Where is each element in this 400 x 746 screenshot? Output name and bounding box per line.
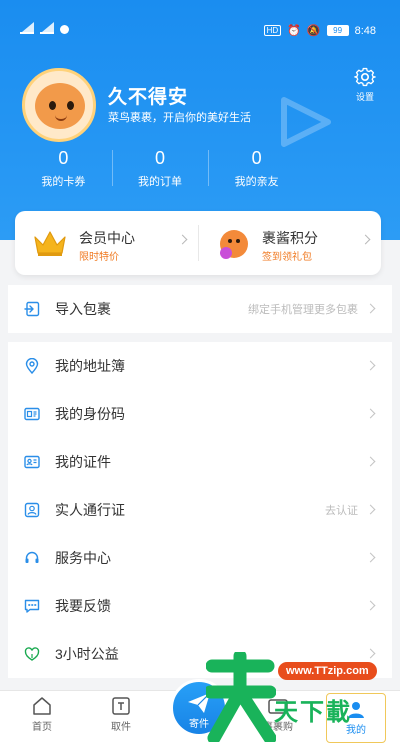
- chevron-right-icon: [365, 552, 376, 563]
- avatar[interactable]: [22, 68, 96, 142]
- signal-icon-2: [40, 22, 54, 34]
- menu-label: 实人通行证: [55, 502, 125, 518]
- menu-label: 3小时公益: [55, 646, 119, 662]
- tab-home[interactable]: 首页: [12, 691, 72, 746]
- stat-coupons[interactable]: 0 我的卡券: [15, 146, 112, 192]
- menu-label: 我的身份码: [55, 406, 125, 422]
- points-subtitle: 签到领礼包: [262, 252, 312, 263]
- import-package-hint: 绑定手机管理更多包裹: [248, 304, 358, 316]
- stat-label: 我的亲友: [234, 176, 279, 188]
- stat-label: 我的卡券: [41, 176, 86, 188]
- username[interactable]: 久不得安: [108, 82, 188, 109]
- battery-icon: 99: [326, 25, 349, 36]
- menu-item-service-center[interactable]: 服务中心: [8, 534, 392, 582]
- chevron-right-icon: [177, 234, 188, 245]
- menu-label: 我的地址簿: [55, 358, 125, 374]
- menu-item-feedback[interactable]: 我要反馈: [8, 582, 392, 630]
- tab-send-label: 寄件: [189, 719, 209, 730]
- menu-hint: 去认证: [325, 505, 358, 517]
- headset-icon: [25, 551, 39, 563]
- chevron-right-icon: [360, 234, 371, 245]
- menu-label: 我要反馈: [55, 598, 111, 614]
- location-icon: [25, 358, 39, 374]
- import-icon: [24, 301, 40, 317]
- notification-icon: [60, 24, 69, 34]
- import-section: 导入包裹 绑定手机管理更多包裹: [8, 285, 392, 333]
- home-icon: [33, 697, 51, 715]
- member-center-title: 会员中心: [79, 230, 135, 246]
- member-card: 会员中心 限时特价 裹酱积分 签到领礼包: [15, 211, 381, 275]
- hd-badge: HD: [263, 25, 282, 36]
- crown-icon: [34, 231, 66, 256]
- shop-icon: [268, 699, 288, 714]
- chevron-right-icon: [365, 648, 376, 659]
- menu-item-documents[interactable]: 我的证件: [8, 438, 392, 486]
- signal-icon: [20, 22, 34, 34]
- stat-label: 我的订单: [138, 176, 182, 188]
- import-package-label: 导入包裹: [55, 301, 111, 317]
- settings-label: 设置: [355, 92, 374, 102]
- bottom-tab-bar: 首页 取件 寄件 裹裹购 我的: [0, 679, 400, 746]
- menu-item-address-book[interactable]: 我的地址簿: [8, 342, 392, 390]
- paper-plane-icon: [188, 692, 211, 713]
- slogan: 菜鸟裹裹，开启你的美好生活: [108, 112, 251, 124]
- menu-item-real-person-pass[interactable]: 实人通行证 去认证: [8, 486, 392, 534]
- chevron-right-icon: [365, 360, 376, 371]
- settings-button[interactable]: 设置: [350, 66, 380, 103]
- id-code-icon: [24, 407, 40, 421]
- tab-pickup-label: 取件: [111, 722, 131, 733]
- id-card-icon: [24, 455, 40, 469]
- chevron-right-icon: [365, 456, 376, 467]
- stat-value: 0: [251, 148, 262, 168]
- menu-item-id-code[interactable]: 我的身份码: [8, 390, 392, 438]
- chevron-right-icon: [365, 303, 376, 314]
- points-button[interactable]: 裹酱积分 签到领礼包: [198, 211, 381, 275]
- stat-family[interactable]: 0 我的亲友: [208, 146, 305, 192]
- stat-value: 0: [58, 148, 69, 168]
- tab-mine-label: 我的: [346, 725, 366, 736]
- charity-icon: [24, 647, 40, 661]
- member-center-subtitle: 限时特价: [79, 252, 119, 263]
- menu-label: 我的证件: [55, 454, 111, 470]
- play-decoration-icon: [281, 97, 331, 147]
- tab-pickup[interactable]: 取件: [91, 691, 151, 746]
- tab-shop-label: 裹裹购: [263, 722, 293, 733]
- feedback-icon: [24, 599, 40, 613]
- points-title: 裹酱积分: [262, 230, 318, 246]
- tab-mine[interactable]: 我的: [326, 693, 386, 743]
- gear-icon: [354, 67, 376, 87]
- person-badge-icon: [24, 502, 40, 518]
- stat-orders[interactable]: 0 我的订单: [111, 146, 209, 192]
- chevron-right-icon: [365, 504, 376, 515]
- status-time: 8:48: [354, 24, 376, 37]
- pickup-box-icon: [112, 697, 130, 715]
- import-package-row[interactable]: 导入包裹 绑定手机管理更多包裹: [8, 285, 392, 333]
- tab-send[interactable]: 寄件: [170, 679, 228, 737]
- mute-icon: 🔕: [306, 25, 321, 37]
- status-bar: HD ⏰ 🔕 99 8:48: [0, 22, 400, 42]
- mascot-icon: [220, 230, 248, 259]
- menu-section: 我的地址簿 我的身份码 我的证件 实人通行证 去认证 服务中心 我要反馈 3小时…: [8, 342, 392, 678]
- stat-value: 0: [155, 148, 166, 168]
- member-center-button[interactable]: 会员中心 限时特价: [15, 211, 198, 275]
- tab-home-label: 首页: [32, 722, 52, 733]
- menu-label: 服务中心: [55, 550, 111, 566]
- alarm-icon: ⏰: [287, 25, 301, 37]
- menu-item-charity[interactable]: 3小时公益: [8, 630, 392, 678]
- user-icon: [348, 702, 364, 718]
- profile-header: HD ⏰ 🔕 99 8:48 久不得安 菜鸟裹裹，开启你的美好生活 设置 0 我…: [0, 0, 400, 240]
- chevron-right-icon: [365, 600, 376, 611]
- stats-row: 0 我的卡券 0 我的订单 0 我的亲友: [15, 146, 305, 192]
- tab-shop[interactable]: 裹裹购: [248, 691, 308, 746]
- chevron-right-icon: [365, 408, 376, 419]
